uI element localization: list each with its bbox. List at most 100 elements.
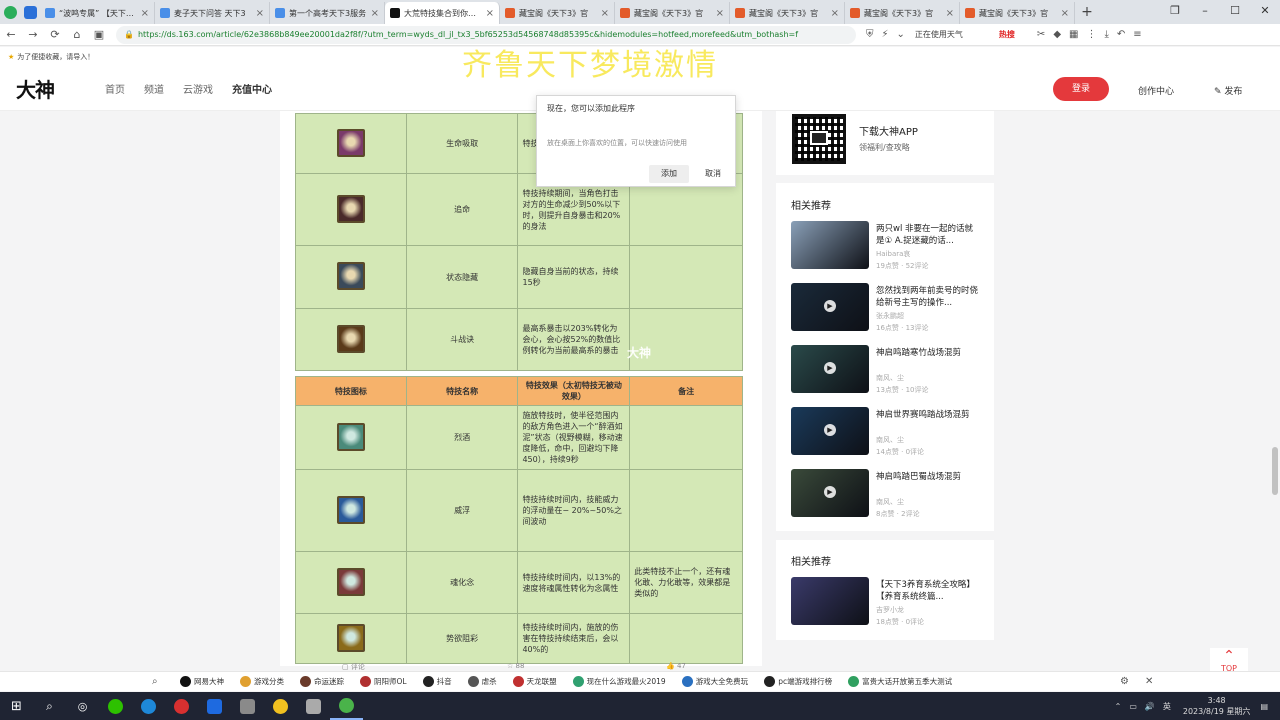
browser-app[interactable]: [330, 692, 363, 720]
back-button[interactable]: ←: [0, 28, 22, 41]
download-icon[interactable]: ⤓: [1104, 29, 1108, 40]
login-button[interactable]: 登录: [1053, 77, 1109, 101]
home-button[interactable]: ⌂: [66, 28, 88, 41]
recommendation-thumbnail[interactable]: [791, 221, 869, 269]
record-app[interactable]: [165, 692, 198, 720]
qq-app[interactable]: [264, 692, 297, 720]
popup-cancel-button[interactable]: 取消: [695, 165, 731, 183]
recommendation-thumbnail[interactable]: [791, 577, 869, 625]
clock[interactable]: 3:48 2023/8/19 星期六: [1183, 695, 1251, 717]
network-icon[interactable]: ▭: [1129, 702, 1137, 711]
tab-close-icon[interactable]: ×: [716, 8, 724, 19]
restore-icon[interactable]: ❐: [1160, 0, 1190, 24]
recommendation-title[interactable]: 神启鸣踏寒竹战场混剪: [876, 347, 981, 359]
recommendation-thumbnail[interactable]: ▶: [791, 283, 869, 331]
recommendation-item[interactable]: ▶ 神启鸣踏寒竹战场混剪 南风、尘 13点赞 · 10评论: [791, 345, 981, 395]
more-icon[interactable]: ⋮: [1086, 29, 1096, 40]
scissors-icon[interactable]: ✂: [1037, 29, 1045, 40]
tab-close-icon[interactable]: ×: [1061, 8, 1069, 19]
reload-button[interactable]: ⟳: [44, 28, 66, 41]
edge-app[interactable]: [132, 692, 165, 720]
bookmark-item[interactable]: pc端游戏排行榜: [764, 676, 832, 687]
tab-close-icon[interactable]: ×: [141, 8, 149, 19]
url-input[interactable]: 🔒 https://ds.163.com/article/62e3868b849…: [116, 25, 856, 44]
creator-center-link[interactable]: 创作中心: [1138, 84, 1174, 97]
tab-close-icon[interactable]: ×: [371, 8, 379, 19]
recommendation-title[interactable]: 忽然找到两年前卖号的时侥给新号主写的操作...: [876, 285, 981, 309]
nav-link[interactable]: 频道: [144, 85, 164, 96]
favorites-hint[interactable]: 为了便捷收藏，请导入！: [17, 52, 94, 62]
nav-link[interactable]: 云游戏: [183, 85, 213, 96]
browser-tab[interactable]: 藏宝阁《天下3》官 ×: [960, 2, 1075, 24]
bookmark-item[interactable]: 游戏分类: [240, 676, 284, 687]
minimize-button[interactable]: –: [1190, 0, 1220, 24]
apps-icon[interactable]: ▦: [1069, 29, 1078, 40]
recommendation-item[interactable]: ▶ 神启世界赛鸣踏战场混剪 南风、尘 14点赞 · 0评论: [791, 407, 981, 457]
undo-icon[interactable]: ↶: [1117, 29, 1125, 40]
browser-tab[interactable]: 麦子天下问答 天下3 ×: [155, 2, 270, 24]
popup-add-button[interactable]: 添加: [649, 165, 689, 183]
recommendation-title[interactable]: 【天下3养育系统全攻略】【养育系统终篇...: [876, 579, 981, 603]
app-download-title[interactable]: 下载大神APP: [859, 123, 918, 138]
recommendation-item[interactable]: ▶ 忽然找到两年前卖号的时侥给新号主写的操作... 张永鹏超 16点赞 · 13评论: [791, 283, 981, 333]
forward-button[interactable]: →: [22, 28, 44, 41]
bookmark-item[interactable]: 现在什么游戏最火2019: [572, 676, 666, 687]
bookmark-item[interactable]: 命运迷踪: [300, 676, 344, 687]
browser-tab[interactable]: 第一个高考天下3服务 ×: [270, 2, 385, 24]
browser-tab[interactable]: 藏宝阁《天下3》官 ×: [615, 2, 730, 24]
tab-close-icon[interactable]: ×: [601, 8, 609, 19]
search-box[interactable]: 正在使用天气: [915, 29, 995, 40]
bookmark-item[interactable]: 游戏大全免费玩: [681, 676, 748, 687]
recommendation-thumbnail[interactable]: ▶: [791, 469, 869, 517]
start-button[interactable]: ⊞: [0, 692, 33, 720]
shield-icon[interactable]: [20, 0, 40, 24]
page-scrollbar[interactable]: [1270, 111, 1280, 671]
tab-close-icon[interactable]: ×: [256, 8, 264, 19]
recommendation-title[interactable]: 两只wl 非要在一起的话就是① A.捉迷藏的话...: [876, 223, 981, 247]
search-icon[interactable]: ⌕: [152, 676, 158, 687]
recommendation-title[interactable]: 神启世界赛鸣踏战场混剪: [876, 409, 981, 421]
game-app[interactable]: [231, 692, 264, 720]
recommendation-item[interactable]: ▶ 神启鸣踏巴蜀战场混剪 南风、尘 8点赞 · 2评论: [791, 469, 981, 519]
wechat-app[interactable]: [99, 692, 132, 720]
lightning-icon[interactable]: ⚡: [882, 29, 889, 40]
site-logo[interactable]: 大神: [16, 74, 86, 103]
like-button[interactable]: 👍 47: [666, 662, 686, 670]
close-icon[interactable]: ✕: [1145, 676, 1153, 687]
bookmark-icon[interactable]: ▣: [88, 28, 110, 41]
scroll-thumb[interactable]: [1272, 447, 1278, 495]
recommendation-item[interactable]: 【天下3养育系统全攻略】【养育系统终篇... 吉罗小龙 18点赞 · 0评论: [791, 577, 981, 627]
shield-icon[interactable]: ⛨: [866, 29, 874, 40]
bookmark-item[interactable]: 富贵大话开放第五季大测试: [848, 676, 952, 687]
browser-tab[interactable]: 大荒特技集合到你手里 ×: [385, 2, 500, 24]
bookmark-item[interactable]: 天龙联盟: [512, 676, 557, 687]
browser-tab[interactable]: 藏宝阁《天下3》官 ×: [730, 2, 845, 24]
settings-icon[interactable]: ⚙: [1120, 676, 1129, 687]
kugou-app[interactable]: [198, 692, 231, 720]
recommendation-thumbnail[interactable]: ▶: [791, 407, 869, 455]
tab-close-icon[interactable]: ×: [946, 8, 954, 19]
chevron-up-icon[interactable]: ⌃: [1115, 702, 1122, 711]
bookmark-item[interactable]: 抖音: [422, 676, 452, 687]
chevron-down-icon[interactable]: ⌄: [897, 29, 905, 40]
extension-icon[interactable]: ◆: [1053, 29, 1061, 40]
recommendation-item[interactable]: 两只wl 非要在一起的话就是① A.捉迷藏的话... Haibara哀 19点赞 ·…: [791, 221, 981, 271]
menu-icon[interactable]: ≡: [1133, 29, 1141, 40]
maximize-button[interactable]: ☐: [1220, 0, 1250, 24]
browser-tab[interactable]: “波鸣专属” 【天下3】 ×: [40, 2, 155, 24]
tab-close-icon[interactable]: ×: [486, 8, 494, 19]
notification-icon[interactable]: ▤: [1260, 702, 1268, 711]
browser-tab[interactable]: 藏宝阁《天下3》官 ×: [845, 2, 960, 24]
recommendation-thumbnail[interactable]: ▶: [791, 345, 869, 393]
close-button[interactable]: ✕: [1250, 0, 1280, 24]
favorite-button[interactable]: ☆ 88: [507, 662, 524, 670]
new-tab-button[interactable]: +: [1075, 4, 1099, 20]
volume-icon[interactable]: 🔊: [1145, 702, 1155, 711]
nav-link[interactable]: 充值中心: [232, 85, 272, 96]
misc-app[interactable]: [297, 692, 330, 720]
bookmark-item[interactable]: 阴阳师OL: [360, 676, 407, 687]
browser-tab[interactable]: 藏宝阁《天下3》官 ×: [500, 2, 615, 24]
ime-indicator[interactable]: 英: [1163, 701, 1171, 712]
bookmark-item[interactable]: 虐杀: [467, 676, 497, 687]
bookmark-item[interactable]: 网易大神: [180, 676, 224, 687]
